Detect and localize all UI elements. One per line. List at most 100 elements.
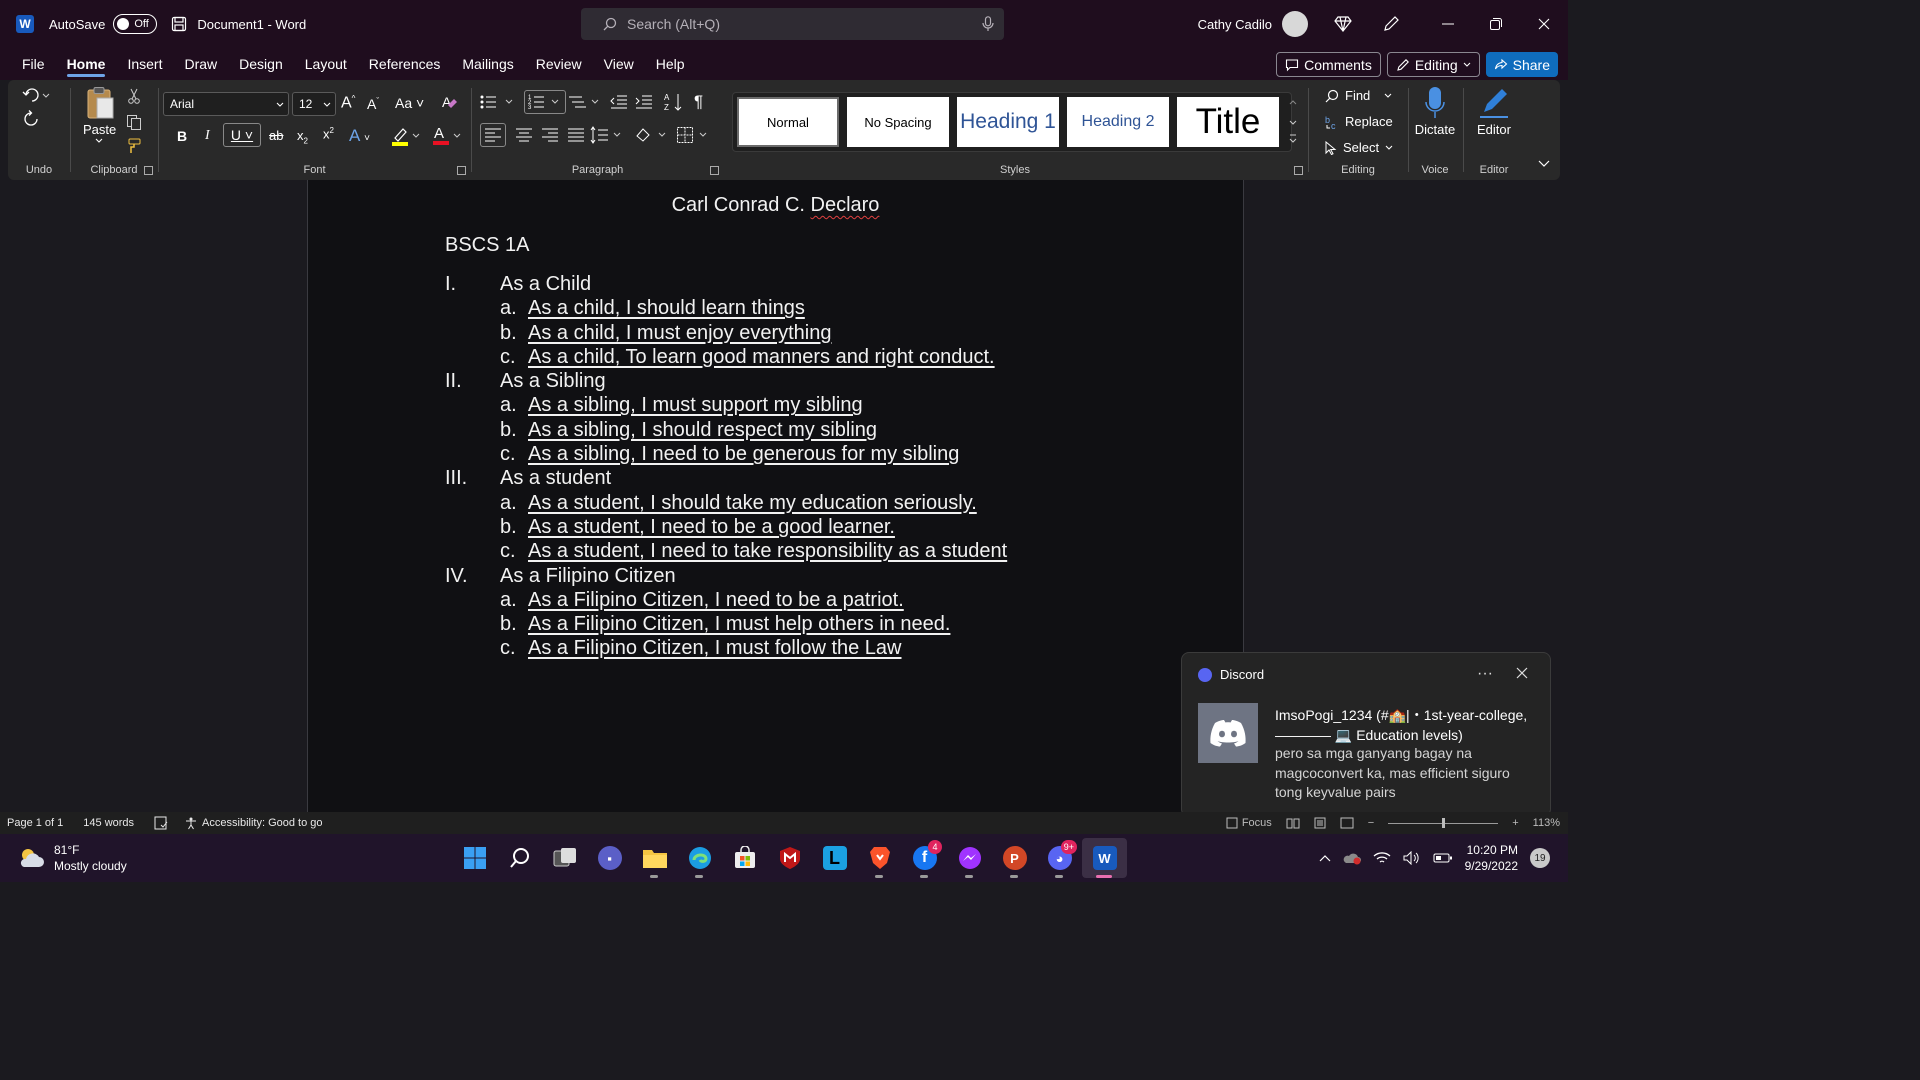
- mcafee-button[interactable]: [767, 838, 812, 878]
- line-spacing-icon[interactable]: [590, 126, 624, 144]
- l-app-button[interactable]: L: [812, 838, 857, 878]
- dictate-label[interactable]: Dictate: [1409, 122, 1461, 137]
- shading-icon[interactable]: [634, 126, 668, 144]
- styles-launcher-icon[interactable]: [1294, 166, 1303, 175]
- clear-formatting-icon[interactable]: A: [441, 93, 459, 111]
- user-name[interactable]: Cathy Cadilo: [1198, 17, 1272, 32]
- sort-icon[interactable]: AZ: [664, 92, 684, 112]
- vertical-scrollbar[interactable]: [1556, 180, 1568, 812]
- notification-center-badge[interactable]: 19: [1530, 848, 1550, 868]
- proofing-icon[interactable]: [154, 816, 168, 830]
- replace-button[interactable]: bc Replace: [1325, 114, 1393, 129]
- task-view-button[interactable]: [542, 838, 587, 878]
- outline-item[interactable]: a. As a Filipino Citizen, I need to be a …: [445, 588, 1045, 612]
- font-name-select[interactable]: Arial: [163, 92, 289, 116]
- zoom-slider-thumb[interactable]: [1442, 817, 1446, 828]
- print-layout-icon[interactable]: [1314, 817, 1326, 829]
- onedrive-icon[interactable]: [1343, 851, 1361, 865]
- format-painter-icon[interactable]: [126, 138, 142, 154]
- outline-item[interactable]: b. As a student, I need to be a good lear…: [445, 515, 1045, 539]
- web-layout-icon[interactable]: [1340, 817, 1354, 829]
- microphone-icon[interactable]: [982, 16, 994, 32]
- tab-mailings[interactable]: Mailings: [451, 48, 524, 80]
- read-mode-icon[interactable]: [1286, 817, 1300, 829]
- outline-heading[interactable]: II. As a Sibling: [445, 369, 1045, 393]
- weather-widget[interactable]: 81°F Mostly cloudy: [18, 842, 127, 874]
- save-icon[interactable]: [171, 16, 187, 32]
- discord-button[interactable]: ◕ 9+: [1037, 838, 1082, 878]
- outline-item[interactable]: a. As a child, I should learn things: [445, 296, 1045, 320]
- align-left-icon[interactable]: [480, 123, 506, 147]
- redo-icon[interactable]: [22, 110, 42, 130]
- start-button[interactable]: [452, 838, 497, 878]
- editor-label[interactable]: Editor: [1464, 122, 1524, 137]
- select-button[interactable]: Select: [1325, 140, 1393, 155]
- decrease-indent-icon[interactable]: [610, 94, 628, 110]
- autosave-toggle[interactable]: Off: [113, 14, 158, 34]
- clipboard-launcher-icon[interactable]: [144, 166, 153, 175]
- borders-icon[interactable]: [676, 126, 710, 144]
- paste-label[interactable]: Paste: [83, 122, 116, 137]
- close-icon[interactable]: [1516, 667, 1528, 679]
- outline-item[interactable]: b. As a child, I must enjoy everything: [445, 321, 1045, 345]
- microsoft-store-button[interactable]: [722, 838, 767, 878]
- find-button[interactable]: Find: [1325, 88, 1392, 103]
- cut-icon[interactable]: [127, 88, 141, 104]
- outline-item[interactable]: b. As a sibling, I should respect my sibl…: [445, 418, 1045, 442]
- outline-item[interactable]: c. As a Filipino Citizen, I must follow t…: [445, 636, 1045, 660]
- taskbar-search-button[interactable]: [497, 838, 542, 878]
- font-size-select[interactable]: 12: [292, 92, 336, 116]
- accessibility-status[interactable]: Accessibility: Good to go: [184, 816, 323, 830]
- zoom-level[interactable]: 113%: [1533, 817, 1560, 829]
- spelling-error-word[interactable]: Declaro: [811, 194, 880, 216]
- font-color-icon[interactable]: A: [432, 124, 462, 146]
- show-formatting-icon[interactable]: ¶: [694, 92, 703, 112]
- word-button[interactable]: W: [1082, 838, 1127, 878]
- editor-pen-icon[interactable]: [1478, 86, 1510, 120]
- avatar[interactable]: [1282, 11, 1308, 37]
- shrink-font-icon[interactable]: Aˇ: [367, 96, 379, 112]
- increase-indent-icon[interactable]: [635, 94, 653, 110]
- clock[interactable]: 10:20 PM 9/29/2022: [1465, 842, 1518, 874]
- grow-font-icon[interactable]: A^: [341, 94, 355, 112]
- restore-button[interactable]: [1472, 0, 1520, 48]
- change-case-icon[interactable]: Aa ˅: [395, 95, 424, 111]
- align-right-icon[interactable]: [541, 127, 559, 143]
- zoom-out-icon[interactable]: −: [1368, 817, 1374, 829]
- tab-references[interactable]: References: [358, 48, 452, 80]
- word-count[interactable]: 145 words: [83, 817, 134, 829]
- chevron-up-icon[interactable]: [1319, 854, 1331, 862]
- outline-item[interactable]: c. As a child, To learn good manners and …: [445, 345, 1045, 369]
- italic-icon[interactable]: I: [205, 128, 210, 144]
- powerpoint-button[interactable]: P: [992, 838, 1037, 878]
- underline-icon[interactable]: U ˅: [223, 123, 261, 147]
- tab-draw[interactable]: Draw: [173, 48, 228, 80]
- search-box[interactable]: Search (Alt+Q): [581, 8, 1004, 40]
- numbering-icon[interactable]: 123: [524, 90, 566, 114]
- outline-item[interactable]: c. As a student, I need to take responsib…: [445, 539, 1045, 563]
- outline-item[interactable]: a. As a sibling, I must support my siblin…: [445, 393, 1045, 417]
- tab-file[interactable]: File: [11, 48, 56, 80]
- tab-home[interactable]: Home: [56, 48, 117, 80]
- battery-icon[interactable]: [1433, 852, 1453, 864]
- font-launcher-icon[interactable]: [457, 166, 466, 175]
- tab-insert[interactable]: Insert: [116, 48, 173, 80]
- page-count[interactable]: Page 1 of 1: [7, 817, 63, 829]
- tab-help[interactable]: Help: [645, 48, 696, 80]
- outline-item[interactable]: c. As a sibling, I need to be generous fo…: [445, 442, 1045, 466]
- subscript-icon[interactable]: x2: [297, 128, 308, 146]
- align-center-icon[interactable]: [515, 127, 533, 143]
- microphone-icon[interactable]: [1425, 86, 1445, 120]
- wifi-icon[interactable]: [1373, 851, 1391, 865]
- justify-icon[interactable]: [567, 127, 585, 143]
- outline-heading[interactable]: III. As a student: [445, 466, 1045, 490]
- copy-icon[interactable]: [126, 114, 142, 130]
- edge-button[interactable]: [677, 838, 722, 878]
- highlight-color-icon[interactable]: [391, 126, 421, 146]
- more-options-icon[interactable]: ···: [1477, 665, 1493, 683]
- close-button[interactable]: [1520, 0, 1568, 48]
- file-explorer-button[interactable]: [632, 838, 677, 878]
- zoom-in-icon[interactable]: +: [1512, 817, 1518, 829]
- bold-icon[interactable]: B: [177, 128, 187, 144]
- ribbon-collapse-icon[interactable]: [1538, 160, 1550, 168]
